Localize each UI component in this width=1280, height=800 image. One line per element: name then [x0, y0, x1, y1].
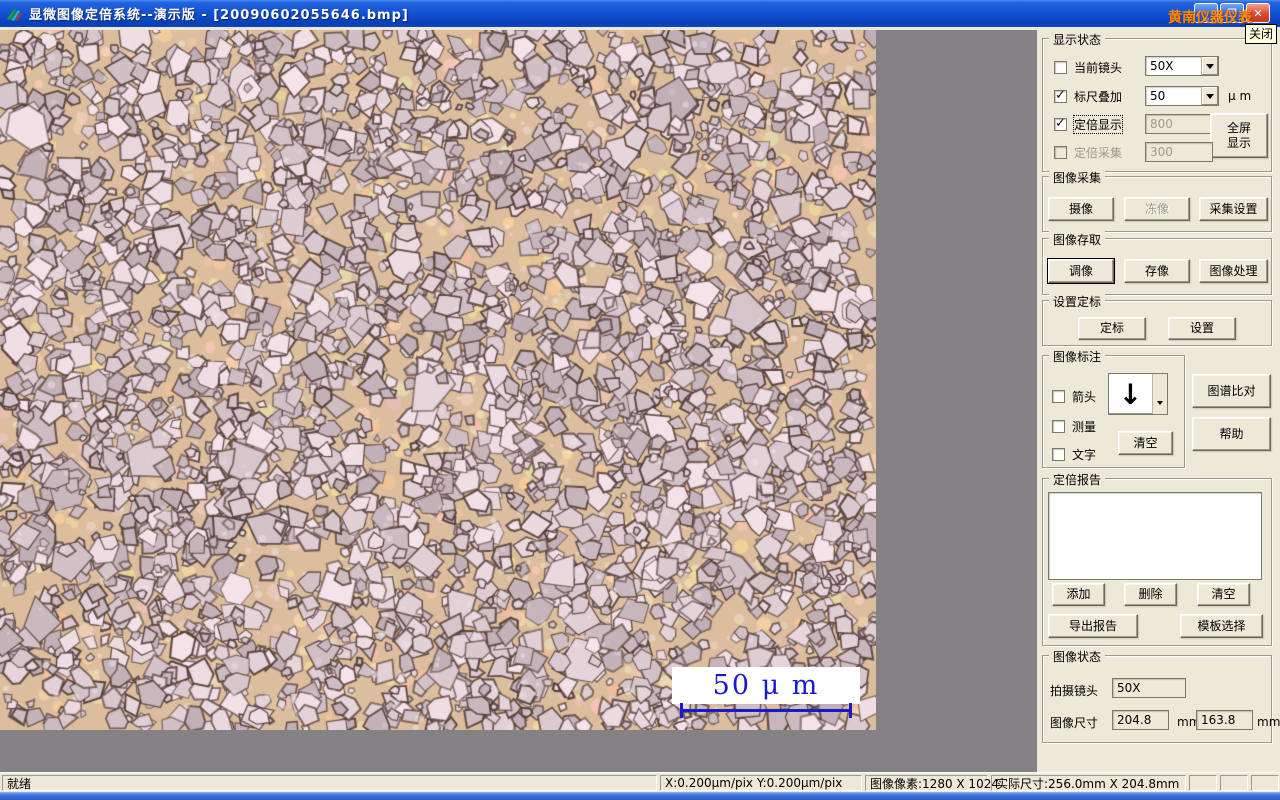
- fixed-display-checkbox[interactable]: ✓ 定倍显示: [1054, 115, 1124, 134]
- group-display-status-title: 显示状态: [1049, 31, 1106, 48]
- atlas-compare-button[interactable]: 图谱比对: [1192, 374, 1271, 408]
- status-ready: 就绪: [2, 775, 657, 791]
- template-select-button[interactable]: 模板选择: [1180, 614, 1263, 638]
- app-window: 显微图像定倍系统--演示版 - [20090602055646.bmp] _ ❐…: [0, 0, 1280, 800]
- image-process-button[interactable]: 图像处理: [1199, 259, 1268, 283]
- report-listbox[interactable]: [1048, 492, 1262, 580]
- text-checkbox[interactable]: 文字: [1052, 446, 1096, 463]
- checkbox-box[interactable]: [1052, 448, 1065, 461]
- shoot-button[interactable]: 摄像: [1048, 197, 1114, 221]
- status-bar: 就绪 X:0.200μm/pix Y:0.200μm/pix 图像像素:1280…: [0, 772, 1280, 792]
- status-empty-3: [1251, 775, 1279, 791]
- help-button[interactable]: 帮助: [1192, 417, 1271, 451]
- group-image-status-title: 图像状态: [1049, 648, 1106, 665]
- image-size-label: 图像尺寸: [1050, 716, 1099, 730]
- status-empty-2: [1220, 775, 1248, 791]
- report-add-button[interactable]: 添加: [1052, 583, 1105, 606]
- window-title: 显微图像定倍系统--演示版 - [20090602055646.bmp]: [29, 8, 409, 23]
- status-resolution: X:0.200μm/pix Y:0.200μm/pix: [660, 775, 862, 791]
- current-lens-checkbox[interactable]: 当前镜头: [1054, 59, 1122, 76]
- group-storage-title: 图像存取: [1049, 231, 1106, 248]
- calibrate-button[interactable]: 定标: [1078, 317, 1146, 340]
- report-clear-button[interactable]: 清空: [1197, 583, 1250, 606]
- fullscreen-line1: 全屏: [1226, 120, 1251, 135]
- scale-bar-tick-left: [680, 703, 683, 718]
- title-bar: 显微图像定倍系统--演示版 - [20090602055646.bmp] _ ❐…: [0, 0, 1280, 27]
- minimize-button[interactable]: _: [1194, 3, 1218, 23]
- lens-value-field: 50X: [1112, 678, 1186, 698]
- height-unit-label: mm: [1257, 715, 1280, 729]
- fixed-display-label: 定倍显示: [1072, 115, 1124, 134]
- workspace: 50 μ m: [0, 27, 1037, 772]
- status-actual-size: 实际尺寸:256.0mm X 204.8mm: [991, 775, 1186, 791]
- checkbox-box[interactable]: [1054, 61, 1067, 74]
- scale-overlay-value: 50: [1150, 89, 1166, 103]
- measure-checkbox[interactable]: 测量: [1052, 418, 1096, 435]
- status-empty-1: [1189, 775, 1217, 791]
- checkbox-box[interactable]: [1052, 420, 1065, 433]
- micrograph-image: [0, 30, 876, 730]
- freeze-button: 冻像: [1124, 197, 1190, 221]
- close-button[interactable]: ✕: [1246, 3, 1270, 23]
- current-lens-value: 50X: [1150, 59, 1174, 73]
- fixed-display-field: 800: [1145, 114, 1213, 134]
- checkbox-box[interactable]: [1052, 390, 1065, 403]
- dropdown-arrow-icon[interactable]: [1201, 57, 1218, 75]
- dropdown-arrow-icon[interactable]: [1152, 374, 1167, 414]
- scale-unit-label: μ m: [1228, 89, 1252, 103]
- scale-bar-label: 50 μ m: [672, 667, 860, 704]
- group-capture-title: 图像采集: [1049, 169, 1106, 186]
- close-tooltip: 关闭: [1245, 24, 1278, 44]
- checkbox-box[interactable]: ✓: [1054, 116, 1067, 131]
- fixed-capture-label: 定倍采集: [1074, 146, 1123, 160]
- group-calibration-title: 设置定标: [1049, 293, 1106, 310]
- scale-bar-line: [680, 709, 852, 712]
- group-annotation-title: 图像标注: [1049, 348, 1106, 365]
- arrow-checkbox[interactable]: 箭头: [1052, 388, 1096, 405]
- image-height-field: 163.8: [1196, 710, 1253, 730]
- app-icon: [5, 6, 23, 22]
- scale-overlay-dropdown[interactable]: 50: [1145, 86, 1219, 106]
- control-panel: 显示状态 当前镜头 50X ✓ 标尺叠加 50 μ m ✓ 定倍显示 800 全…: [1037, 27, 1280, 772]
- image-width-field: 204.8: [1112, 710, 1169, 730]
- scale-overlay-checkbox[interactable]: ✓ 标尺叠加: [1054, 88, 1122, 105]
- status-pixels: 图像像素:1280 X 1024: [865, 775, 999, 791]
- scale-bar-tick-right: [849, 703, 852, 718]
- fixed-capture-checkbox: 定倍采集: [1054, 144, 1122, 161]
- current-lens-dropdown[interactable]: 50X: [1145, 56, 1219, 76]
- load-image-button[interactable]: 调像: [1047, 258, 1115, 284]
- fullscreen-line2: 显示: [1226, 135, 1251, 150]
- fixed-capture-field: 300: [1145, 142, 1213, 162]
- down-arrow-marker-icon: ↓: [1118, 377, 1143, 411]
- scale-overlay-label: 标尺叠加: [1074, 90, 1123, 104]
- report-delete-button[interactable]: 删除: [1124, 583, 1177, 606]
- marker-style-dropdown[interactable]: ↓: [1108, 373, 1168, 415]
- export-report-button[interactable]: 导出报告: [1048, 614, 1138, 638]
- current-lens-label: 当前镜头: [1074, 61, 1123, 75]
- checkbox-box: [1054, 146, 1067, 159]
- arrow-label: 箭头: [1072, 390, 1097, 404]
- measure-label: 测量: [1072, 420, 1097, 434]
- calibration-setup-button[interactable]: 设置: [1168, 317, 1236, 340]
- text-label: 文字: [1072, 448, 1097, 462]
- lens-label: 拍摄镜头: [1050, 684, 1099, 698]
- clear-annotation-button[interactable]: 清空: [1118, 431, 1173, 455]
- capture-settings-button[interactable]: 采集设置: [1199, 197, 1268, 221]
- fullscreen-button[interactable]: 全屏 显示: [1210, 113, 1268, 158]
- taskbar-edge[interactable]: [0, 792, 1280, 800]
- checkbox-box[interactable]: ✓: [1054, 88, 1067, 103]
- group-calibration: 设置定标: [1042, 293, 1272, 346]
- save-image-button[interactable]: 存像: [1124, 259, 1190, 283]
- group-report-title: 定倍报告: [1049, 471, 1106, 488]
- restore-button[interactable]: ❐: [1220, 3, 1244, 23]
- dropdown-arrow-icon[interactable]: [1201, 87, 1218, 105]
